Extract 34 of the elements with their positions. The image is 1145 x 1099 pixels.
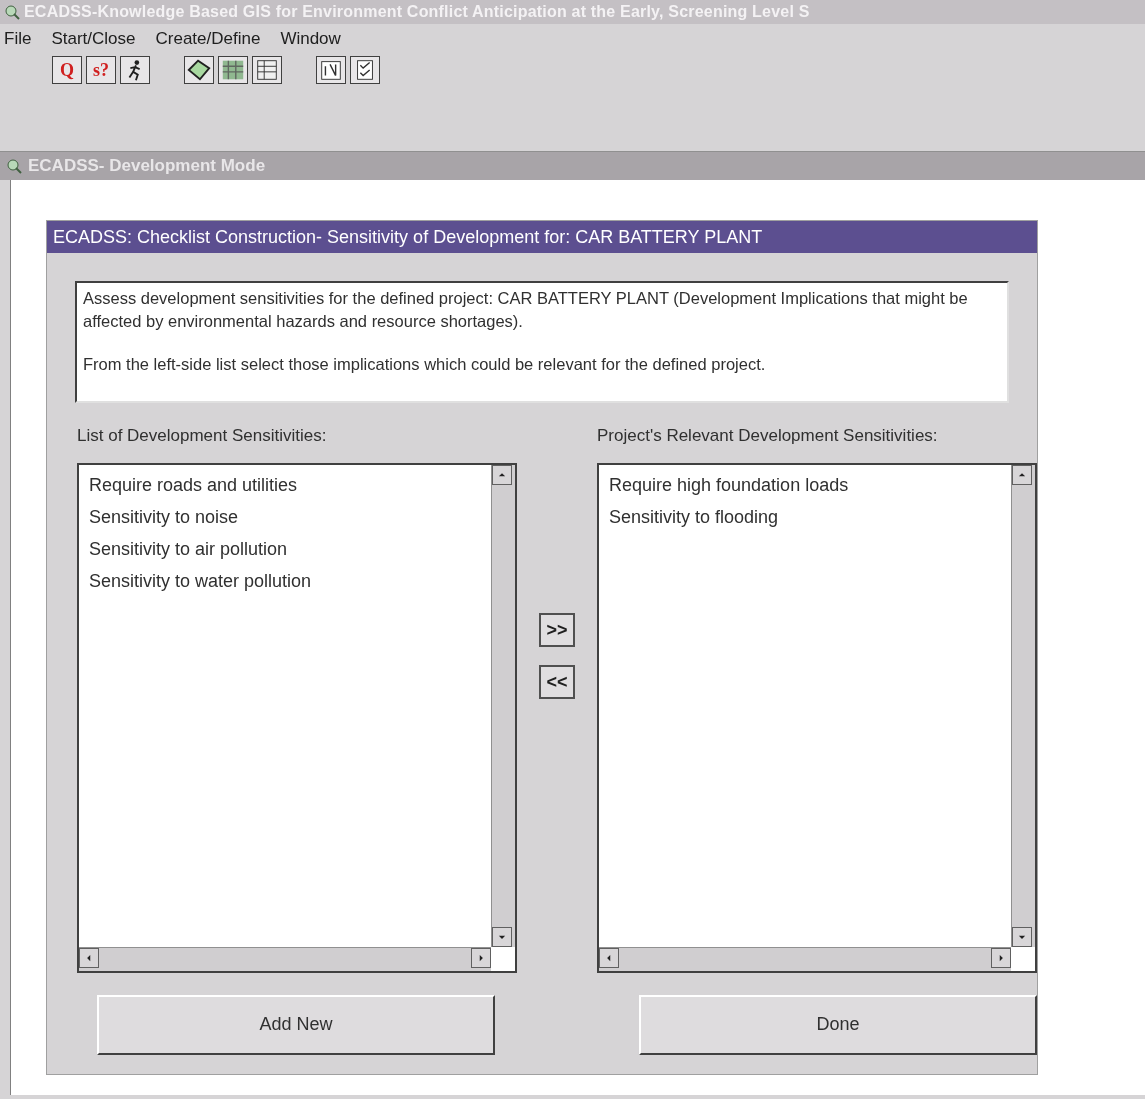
move-button[interactable]: >>	[539, 613, 575, 647]
menu-item[interactable]: File	[4, 26, 32, 52]
list-item[interactable]: Sensitivity to water pollution	[89, 564, 491, 597]
toolbar-button[interactable]: Q	[52, 56, 82, 84]
dialog-title: ECADSS: Checklist Construction- Sensitivity of Development for: CAR BATTERY PLANT	[53, 225, 763, 249]
notepad-icon[interactable]	[316, 56, 346, 84]
menu-item[interactable]: Window	[280, 26, 341, 52]
list-label: Project's Relevant Development Sensitivities:	[597, 425, 939, 447]
window-title: ECADSS- Development Mode	[28, 155, 266, 178]
horizontal-scrollbar[interactable]	[599, 946, 1011, 971]
instruction-text: From the left-side list select those implications which could be relevant for the defined project.	[83, 354, 767, 375]
instruction-text: Assess development sensitivities for the defined project: CAR BATTERY PLANT (Development Implications that might be affected by environmental hazards and resource shortages).	[83, 288, 969, 332]
list-item[interactable]: Require high foundation loads	[609, 468, 1011, 501]
menu-item[interactable]: Create/Define	[155, 26, 261, 52]
list-item[interactable]: Sensitivity to flooding	[609, 500, 1011, 533]
list-item[interactable]: Sensitivity to air pollution	[89, 532, 491, 565]
dialog-button[interactable]: Add New	[97, 994, 495, 1055]
toolbar-button[interactable]: s?	[86, 56, 116, 84]
map-icon[interactable]	[218, 56, 248, 84]
app-icon	[6, 158, 22, 174]
horizontal-scrollbar[interactable]	[79, 946, 491, 971]
dialog-button[interactable]: Done	[639, 994, 1037, 1055]
list-label: List of Development Sensitivities:	[77, 425, 328, 447]
app-icon	[4, 4, 20, 20]
running-figure-icon[interactable]	[120, 56, 150, 84]
checklist-icon[interactable]	[350, 56, 380, 84]
polygon-icon[interactable]	[184, 56, 214, 84]
vertical-scrollbar[interactable]	[1011, 464, 1035, 947]
vertical-scrollbar[interactable]	[491, 464, 515, 947]
list-item[interactable]: Require roads and utilities	[89, 468, 491, 501]
list-item[interactable]: Sensitivity to noise	[89, 500, 491, 533]
table-icon[interactable]	[252, 56, 282, 84]
move-button[interactable]: <<	[539, 665, 575, 699]
menu-item[interactable]: Start/Close	[51, 26, 136, 52]
